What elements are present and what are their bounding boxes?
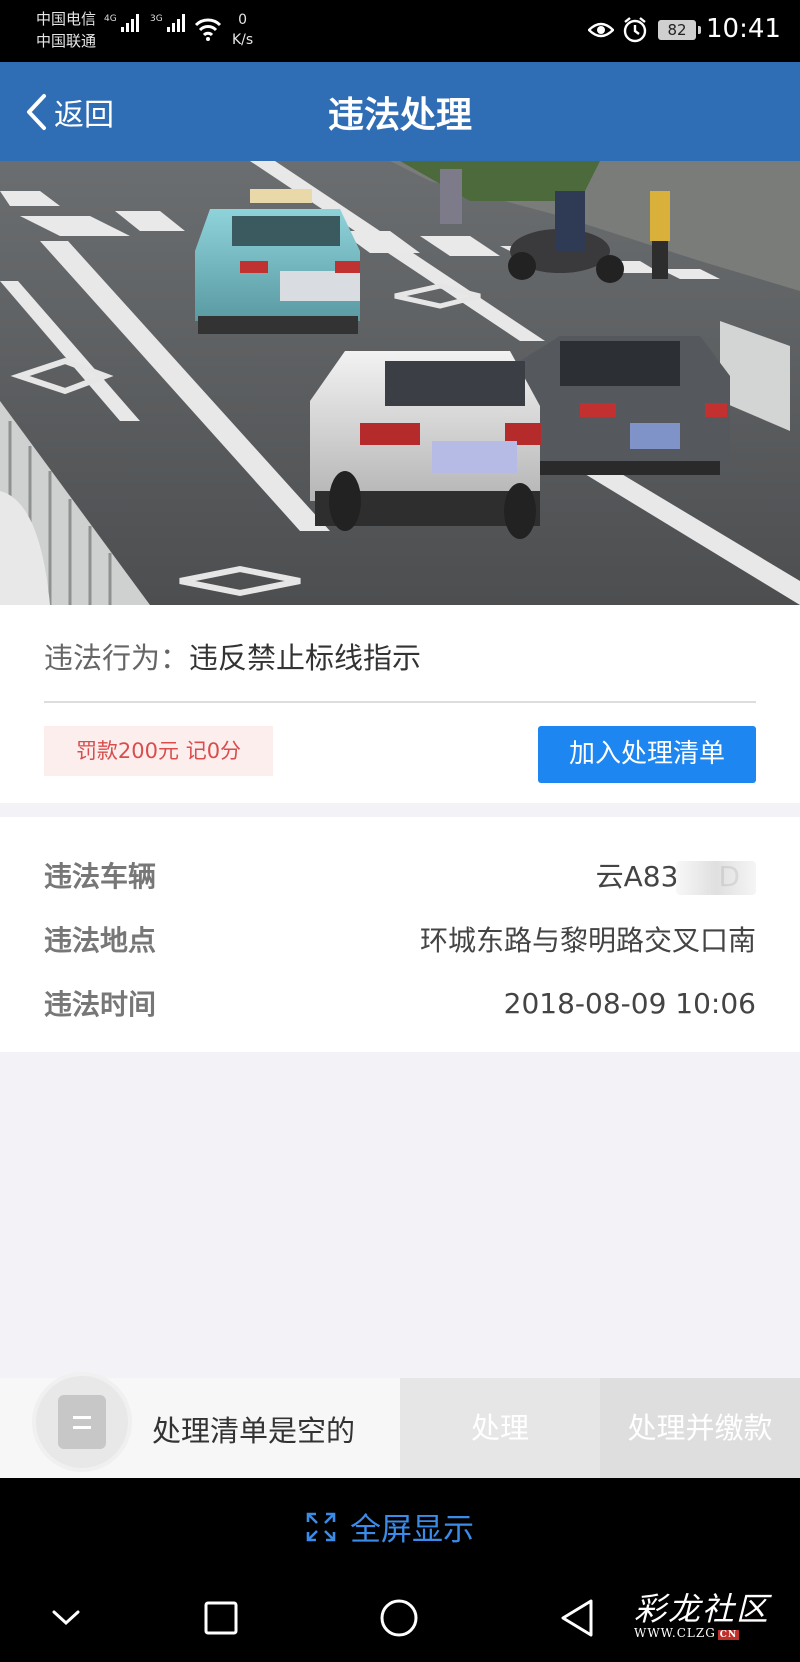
list-icon: [58, 1395, 106, 1449]
time-label: 违法时间: [44, 988, 157, 1021]
status-time: 10:41: [706, 14, 781, 44]
vehicle-label: 违法车辆: [44, 860, 157, 893]
carrier-1: 中国电信: [36, 10, 97, 28]
nav-home-button[interactable]: [377, 1596, 421, 1640]
divider: [44, 701, 756, 703]
violation-behavior: 违法行为：违反禁止标线指示: [44, 635, 421, 677]
app-bar: 返回 违法处理: [0, 62, 800, 161]
fullscreen-icon: [306, 1512, 336, 1541]
nav-back-button[interactable]: [555, 1596, 599, 1640]
location-value: 环城东路与黎明路交叉口南: [419, 924, 756, 957]
nav-recents-button[interactable]: [199, 1596, 243, 1640]
chevron-down-icon: [52, 1610, 80, 1626]
watermark-title: 彩龙社区: [634, 1590, 771, 1628]
penalty-badge: 罚款200元 记0分: [44, 726, 273, 776]
wifi-icon: [194, 18, 222, 41]
violation-summary-card: 违法行为：违反禁止标线指示 罚款200元 记0分 加入处理清单: [0, 605, 800, 803]
behavior-value: 违反禁止标线指示: [189, 641, 422, 675]
site-watermark: 彩龙社区 WWW.CLZG CN: [634, 1584, 770, 1640]
behavior-label: 违法行为：: [44, 641, 190, 675]
violation-details-card: 违法车辆 云A83D 违法地点 环城东路与黎明路交叉口南 违法时间 2018-0…: [0, 817, 800, 1052]
nav-collapse-button[interactable]: [44, 1596, 88, 1640]
eye-icon: [588, 22, 614, 38]
signal-4g-icon: 4G: [104, 14, 139, 32]
list-empty-text: 处理清单是空的: [152, 1414, 356, 1448]
fullscreen-bar: 全屏显示: [0, 1478, 800, 1574]
carrier-2: 中国联通: [36, 32, 97, 50]
location-label: 违法地点: [44, 924, 157, 957]
page-title: 违法处理: [327, 95, 472, 136]
system-nav-bar: 彩龙社区 WWW.CLZG CN: [0, 1574, 800, 1662]
add-to-list-button[interactable]: 加入处理清单: [538, 726, 756, 783]
time-value: 2018-08-09 10:06: [503, 986, 756, 1020]
plate-blur: [676, 861, 756, 895]
process-list-bar: 处理清单是空的 处理 处理并缴款: [0, 1376, 800, 1478]
alarm-icon: [623, 17, 647, 43]
fullscreen-label: 全屏显示: [350, 1512, 474, 1548]
violation-photo-carousel[interactable]: [0, 161, 800, 605]
fullscreen-button[interactable]: 全屏显示: [306, 1504, 474, 1549]
vehicle-value: 云A83D: [596, 855, 756, 895]
signal-3g-icon: 3G: [150, 14, 185, 32]
process-button[interactable]: 处理: [400, 1378, 600, 1478]
detail-row-location: 违法地点 环城东路与黎明路交叉口南: [44, 917, 756, 961]
battery-icon: 82: [658, 20, 701, 40]
process-and-pay-button[interactable]: 处理并缴款: [600, 1378, 800, 1478]
detail-row-time: 违法时间 2018-08-09 10:06: [44, 981, 756, 1025]
circle-home-icon: [380, 1599, 418, 1637]
process-list-button[interactable]: [36, 1376, 128, 1468]
status-bar: 中国电信 中国联通 4G 3G 0 K/s 82 10:41: [0, 0, 800, 62]
detail-row-vehicle: 违法车辆 云A83D: [44, 853, 756, 897]
carrier-names: 中国电信 中国联通: [36, 8, 96, 52]
triangle-back-icon: [561, 1599, 593, 1637]
square-icon: [204, 1601, 238, 1635]
net-speed: 0 K/s: [232, 12, 254, 48]
violation-photo: [0, 161, 800, 605]
